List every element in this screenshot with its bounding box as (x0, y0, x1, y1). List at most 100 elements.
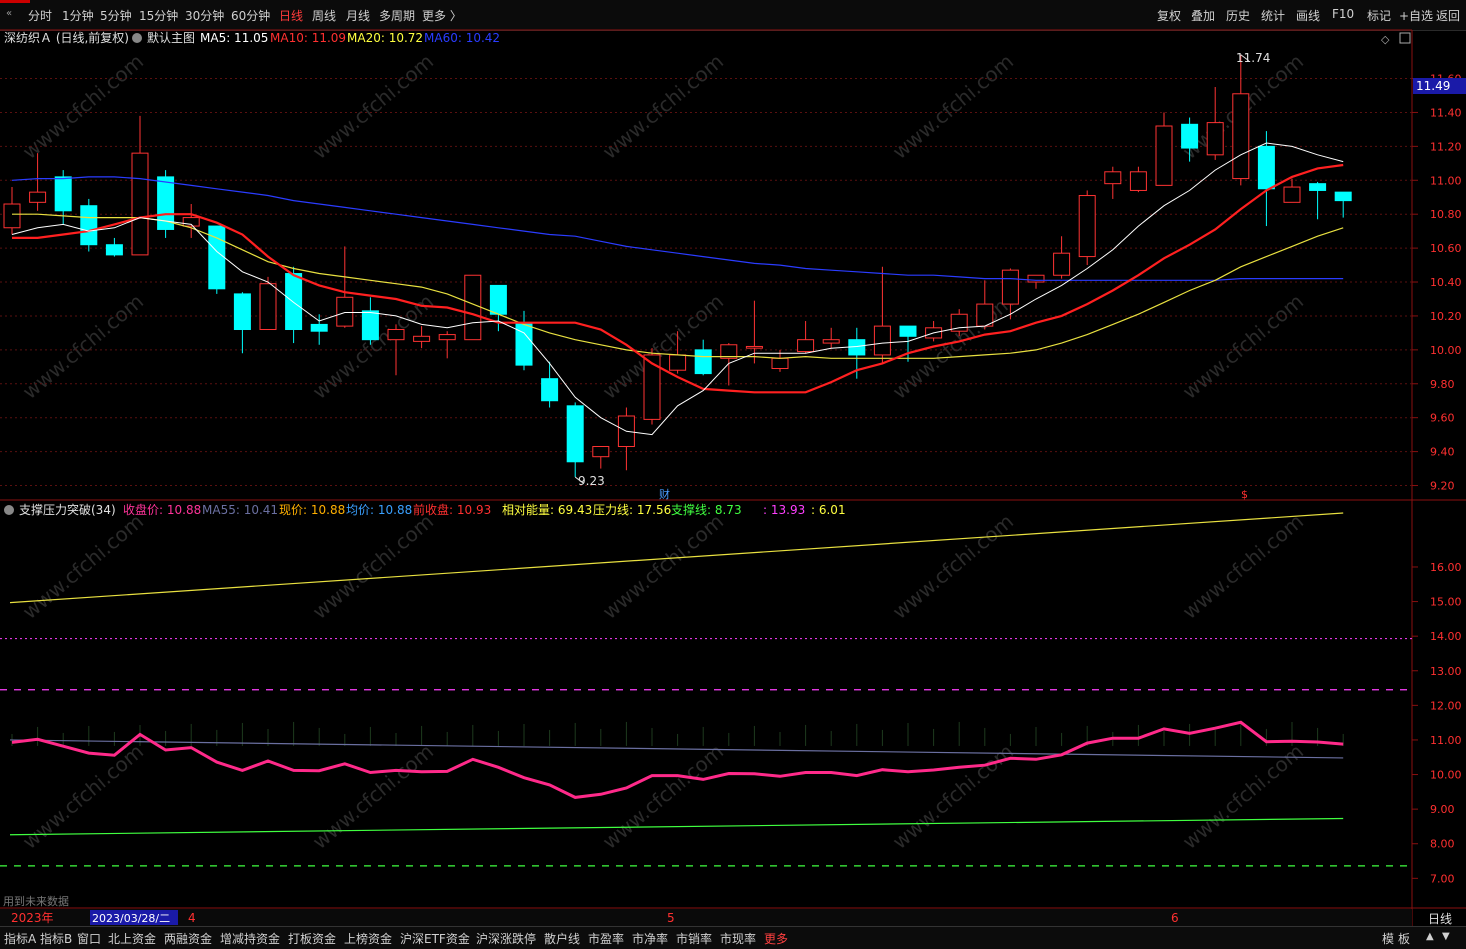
candle-up (438, 334, 456, 341)
tab-limitup-funds[interactable]: 打板资金 (288, 930, 336, 947)
watermark-text: www.cfchi.com (1178, 289, 1308, 404)
tab-ps[interactable]: 市销率 (676, 930, 712, 947)
sub-tick-label: 10.00 (1430, 769, 1462, 782)
candle-down (1181, 123, 1199, 149)
sub-legend-prevclose: 前收盘: 10.93 (413, 502, 491, 517)
sub-tick-label: 7.00 (1430, 872, 1455, 885)
sub-tick-label: 14.00 (1430, 630, 1462, 643)
watermark-text: www.cfchi.com (888, 739, 1018, 854)
main-tick-label: 11.40 (1430, 106, 1462, 119)
indicator-name: 支撑压力突破(34) (19, 502, 116, 517)
low-price-label: 9.23 (578, 474, 605, 488)
watermark-text: www.cfchi.com (598, 509, 728, 624)
kline-chart[interactable]: www.cfchi.com www.cfchi.com www.cfchi.com w… (0, 0, 1466, 926)
candle-up (1078, 195, 1096, 258)
ma20-legend: MA20: 10.72 (347, 31, 423, 45)
candle-down (694, 349, 712, 375)
ma5-legend: MA5: 11.05 (200, 31, 268, 45)
candle-down (1334, 191, 1352, 202)
sub-legend-support: 支撑线: 8.73 (671, 502, 742, 517)
tab-billboard-funds[interactable]: 上榜资金 (344, 930, 392, 947)
ma60-legend: MA60: 10.42 (424, 31, 500, 45)
tab-pe[interactable]: 市盈率 (588, 930, 624, 947)
main-tick-label: 11.20 (1430, 140, 1462, 153)
candle-up (822, 339, 840, 344)
candle-up (1155, 125, 1173, 186)
scroll-up-icon[interactable]: ▲ (1426, 931, 1434, 942)
sub-legend-pink: : 13.93 (763, 503, 805, 517)
candle-down (310, 323, 328, 332)
main-tick-label: 11.00 (1430, 174, 1462, 187)
future-data-note: 用到未来数据 (3, 894, 69, 908)
main-tick-label: 10.20 (1430, 310, 1462, 323)
watermark-text: www.cfchi.com (308, 739, 438, 854)
support-line (9, 817, 1344, 836)
finance-event-marker[interactable]: 财 (659, 487, 670, 501)
tab-indicator-b[interactable]: 指标B (40, 930, 72, 947)
tab-northbound[interactable]: 北上资金 (108, 930, 156, 947)
price-axis: 11.6011.4011.2011.0010.8010.6010.4010.20… (1412, 73, 1462, 885)
candle-up (3, 203, 21, 229)
board-button[interactable]: 板 (1398, 930, 1410, 947)
tab-more[interactable]: 更多 (764, 930, 788, 947)
candle-down (489, 284, 507, 315)
candle-down (105, 244, 123, 256)
watermark-text: www.cfchi.com (308, 509, 438, 624)
sub-legend-energy: 相对能量: 69.43 (502, 503, 592, 517)
candle-up (1053, 252, 1071, 276)
indicator-chart-layer[interactable] (0, 512, 1412, 914)
ma10-legend: MA10: 11.09 (270, 31, 346, 45)
scroll-down-icon[interactable]: ▼ (1442, 931, 1450, 942)
tab-holding-change[interactable]: 增减持资金 (220, 930, 280, 947)
watermark-text: www.cfchi.com (598, 49, 728, 164)
template-button[interactable]: 模 (1382, 930, 1394, 947)
watermark-text: www.cfchi.com (308, 49, 438, 164)
sub-legend-ma55: MA55: 10.41 (202, 503, 278, 517)
dividend-event-marker[interactable]: $ (1241, 488, 1248, 501)
candle-up (1283, 186, 1301, 203)
candle-up (1104, 171, 1122, 185)
watermark-text: www.cfchi.com (308, 289, 438, 404)
month-mark-4: 4 (188, 911, 196, 925)
candle-down (899, 325, 917, 337)
candle-up (259, 283, 277, 331)
watermark-text: www.cfchi.com (598, 289, 728, 404)
candle-up (1232, 93, 1250, 180)
period-indicator[interactable]: 日线 (1428, 912, 1452, 926)
stock-title: 深纺织Ａ (日线,前复权) (4, 30, 129, 45)
candle-up (669, 354, 687, 371)
diamond-icon[interactable]: ◇ (1381, 33, 1390, 46)
candle-up (1206, 122, 1224, 156)
tab-limit-updown[interactable]: 沪深涨跌停 (476, 930, 536, 947)
maximize-icon[interactable] (1399, 32, 1411, 44)
tab-margin[interactable]: 两融资金 (164, 930, 212, 947)
candle-up (771, 357, 789, 370)
sub-tick-label: 9.00 (1430, 803, 1455, 816)
template-name: 默认主图 (147, 30, 195, 45)
main-chart-layer[interactable] (3, 54, 1352, 484)
month-mark-6: 6 (1171, 911, 1179, 925)
candle-down (566, 405, 584, 463)
sub-legend-pressure: 压力线: 17.56 (593, 503, 671, 517)
sub-legend-yellow: : 6.01 (811, 503, 846, 517)
template-dropdown-icon[interactable] (132, 33, 142, 43)
watermark-text: www.cfchi.com (598, 739, 728, 854)
main-tick-label: 9.80 (1430, 378, 1455, 391)
candle-down (80, 205, 98, 246)
candle-down (54, 176, 72, 212)
candle-down (1257, 145, 1275, 190)
tab-window[interactable]: 窗口 (77, 930, 101, 947)
pressure-line (9, 512, 1344, 604)
tab-retail-line[interactable]: 散户线 (544, 930, 580, 947)
tab-etf-funds[interactable]: 沪深ETF资金 (400, 930, 470, 947)
tab-indicator-a[interactable]: 指标A (4, 930, 36, 947)
year-label: 2023年 (11, 911, 54, 925)
date-axis: 2023年 2023/03/28/二 4 5 6 日线 (0, 909, 1452, 926)
tab-pcf[interactable]: 市现率 (720, 930, 756, 947)
ma55-line (9, 739, 1344, 759)
candle-up (1027, 274, 1045, 283)
sub-legend-close: 收盘价: 10.88 (123, 502, 201, 517)
tab-pb[interactable]: 市净率 (632, 930, 668, 947)
indicator-dropdown-icon[interactable] (4, 505, 14, 515)
main-tick-label: 9.20 (1430, 480, 1455, 493)
